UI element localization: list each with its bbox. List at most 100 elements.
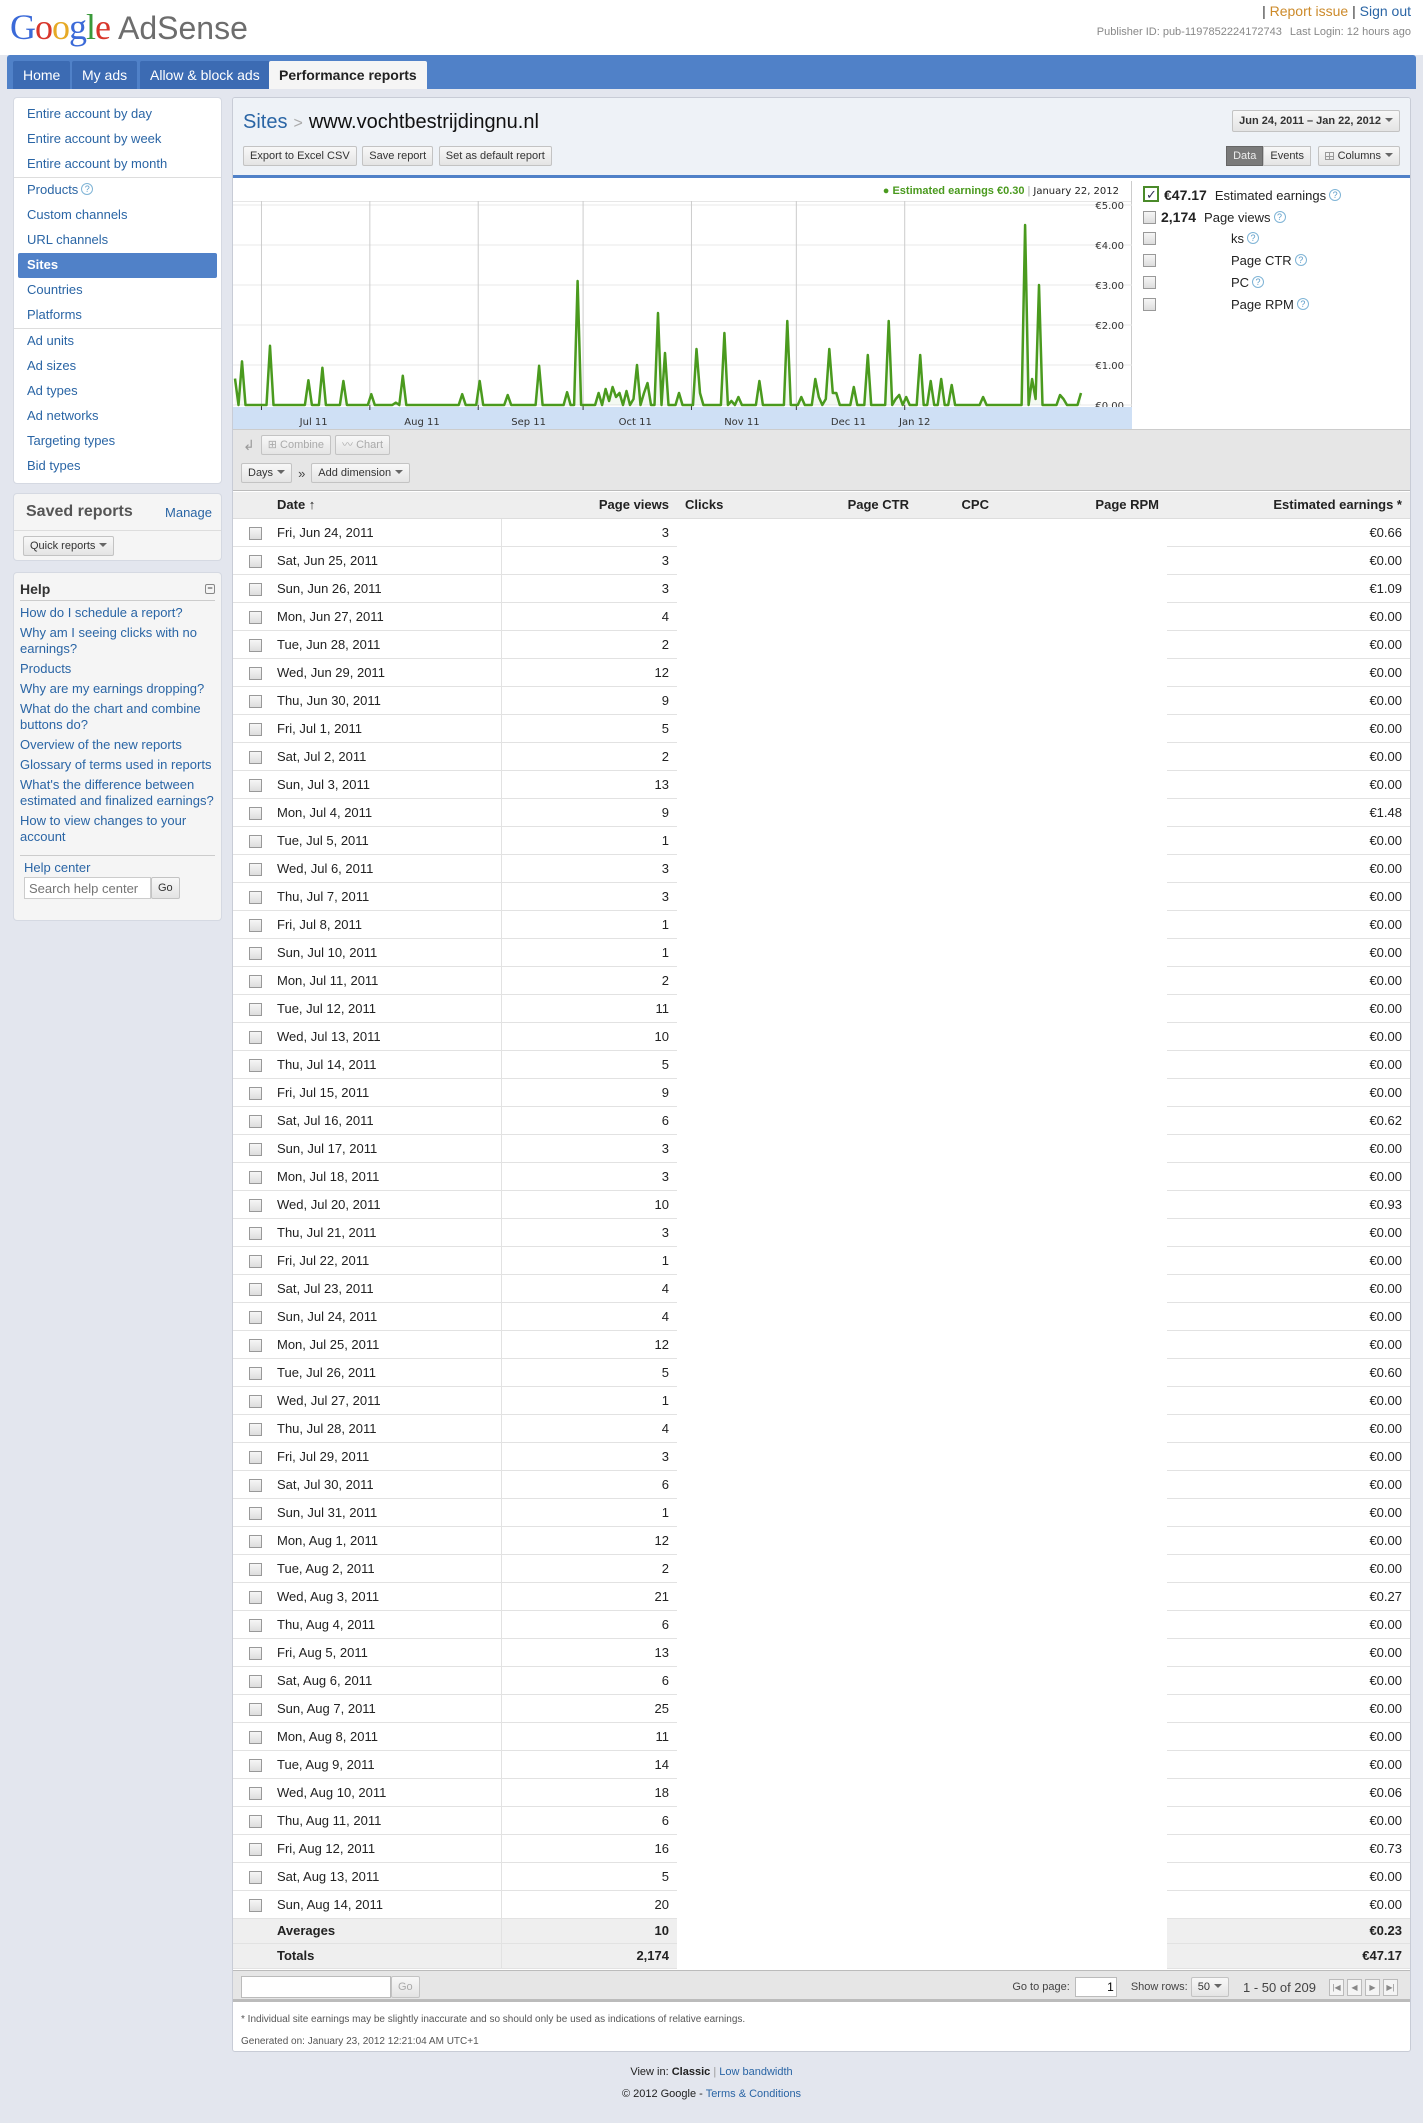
data-view-button[interactable]: Data [1226,146,1264,166]
quick-reports-dropdown[interactable]: Quick reports [23,536,115,556]
sidebar-item-entire-account-by-week[interactable]: Entire account by week [18,127,217,152]
help-question-link[interactable]: Why are my earnings dropping? [20,681,215,697]
row-checkbox[interactable] [248,582,262,596]
tab-performance-reports[interactable]: Performance reports [269,61,427,89]
help-question-link[interactable]: Why am I seeing clicks with no earnings? [20,625,215,657]
row-checkbox[interactable] [248,974,262,988]
combine-button[interactable]: ⊞ Combine [260,435,332,455]
metric-checkbox[interactable] [1143,254,1156,267]
sidebar-item-entire-account-by-month[interactable]: Entire account by month [18,152,217,177]
tab-home[interactable]: Home [13,61,71,89]
row-checkbox[interactable] [248,1814,262,1828]
help-question-link[interactable]: What's the difference between estimated … [20,777,215,809]
row-checkbox[interactable] [248,862,262,876]
sidebar-item-ad-networks[interactable]: Ad networks [18,404,217,429]
row-checkbox[interactable] [248,834,262,848]
row-checkbox[interactable] [248,1786,262,1800]
sidebar-item-countries[interactable]: Countries [18,278,217,303]
row-checkbox[interactable] [248,610,262,624]
column-header-page-views[interactable]: Page views [501,492,677,519]
help-center-link[interactable]: Help center [24,860,90,875]
sidebar-item-products[interactable]: Products? [18,178,217,203]
row-checkbox[interactable] [248,1002,262,1016]
add-dimension-dropdown[interactable]: Add dimension [311,463,411,483]
row-checkbox[interactable] [248,1226,262,1240]
sidebar-item-custom-channels[interactable]: Custom channels [18,203,217,228]
report-issue-link[interactable]: Report issue [1270,3,1349,19]
row-checkbox[interactable] [248,1030,262,1044]
show-rows-dropdown[interactable]: 50 [1190,1977,1229,1997]
row-checkbox[interactable] [248,1310,262,1324]
sidebar-item-ad-sizes[interactable]: Ad sizes [18,354,217,379]
row-checkbox[interactable] [248,554,262,568]
row-checkbox[interactable] [248,1282,262,1296]
sidebar-item-entire-account-by-day[interactable]: Entire account by day [18,102,217,127]
sidebar-item-ad-types[interactable]: Ad types [18,379,217,404]
row-checkbox[interactable] [248,1086,262,1100]
events-view-button[interactable]: Events [1263,146,1311,166]
columns-dropdown[interactable]: Columns [1317,146,1400,166]
sidebar-item-url-channels[interactable]: URL channels [18,228,217,253]
column-header-cpc[interactable]: CPC [917,492,997,519]
column-header-date[interactable]: Date ↑ [277,492,501,519]
help-search-go-button[interactable]: Go [151,877,180,899]
row-checkbox[interactable] [248,1450,262,1464]
row-checkbox[interactable] [248,666,262,680]
row-checkbox[interactable] [248,1590,262,1604]
row-checkbox[interactable] [248,1534,262,1548]
help-question-link[interactable]: How do I schedule a report? [20,605,215,621]
row-checkbox[interactable] [248,1198,262,1212]
row-checkbox[interactable] [248,1142,262,1156]
row-checkbox[interactable] [248,1478,262,1492]
help-icon[interactable]: ? [1273,211,1286,223]
help-icon[interactable]: ? [1247,232,1259,244]
breadcrumb-sites-link[interactable]: Sites [243,111,287,133]
metric-checkbox[interactable] [1143,211,1156,224]
earnings-chart[interactable]: ● Estimated earnings €0.30 | January 22, 2… [233,181,1132,429]
row-checkbox[interactable] [248,526,262,540]
row-checkbox[interactable] [248,1842,262,1856]
first-page-icon[interactable]: |◀ [1329,1978,1344,1996]
column-header-page-rpm[interactable]: Page RPM [997,492,1167,519]
row-checkbox[interactable] [248,1058,262,1072]
dimension-dropdown[interactable]: Days [241,463,293,483]
row-checkbox[interactable] [248,1674,262,1688]
help-search-input[interactable] [24,877,151,899]
column-header-page-ctr[interactable]: Page CTR [757,492,917,519]
sidebar-item-bid-types[interactable]: Bid types [18,454,217,479]
row-checkbox[interactable] [248,1562,262,1576]
row-checkbox[interactable] [248,1422,262,1436]
metric-checkbox[interactable] [1143,298,1156,311]
metric-checkbox[interactable] [1143,232,1156,245]
help-question-link[interactable]: Overview of the new reports [20,737,215,753]
row-checkbox[interactable] [248,638,262,652]
sidebar-item-sites[interactable]: Sites [18,253,217,278]
row-checkbox[interactable] [248,1506,262,1520]
help-icon[interactable]: ? [1294,254,1307,266]
row-checkbox[interactable] [248,806,262,820]
row-checkbox[interactable] [248,1338,262,1352]
filter-go-button[interactable]: Go [391,1976,420,1998]
row-checkbox[interactable] [248,1170,262,1184]
low-bandwidth-link[interactable]: Low bandwidth [719,2066,792,2078]
row-checkbox[interactable] [248,1114,262,1128]
help-question-link[interactable]: How to view changes to your account [20,813,215,845]
row-checkbox[interactable] [248,1618,262,1632]
sidebar-item-platforms[interactable]: Platforms [18,303,217,328]
help-question-link[interactable]: Glossary of terms used in reports [20,757,215,773]
manage-link[interactable]: Manage [165,505,212,520]
goto-page-input[interactable] [1074,1977,1117,1997]
column-header-clicks[interactable]: Clicks [677,492,757,519]
sidebar-item-targeting-types[interactable]: Targeting types [18,429,217,454]
row-checkbox[interactable] [248,778,262,792]
tab-my-ads[interactable]: My ads [72,61,138,89]
row-checkbox[interactable] [248,694,262,708]
metric-checkbox[interactable] [1143,276,1156,289]
row-checkbox[interactable] [248,1646,262,1660]
row-checkbox[interactable] [248,1366,262,1380]
export-csv-button[interactable]: Export to Excel CSV [243,146,357,166]
google-adsense-logo[interactable]: Google AdSense [10,6,248,48]
help-icon[interactable]: ? [81,183,94,195]
row-checkbox[interactable] [248,1394,262,1408]
help-icon[interactable]: ? [1252,276,1265,288]
